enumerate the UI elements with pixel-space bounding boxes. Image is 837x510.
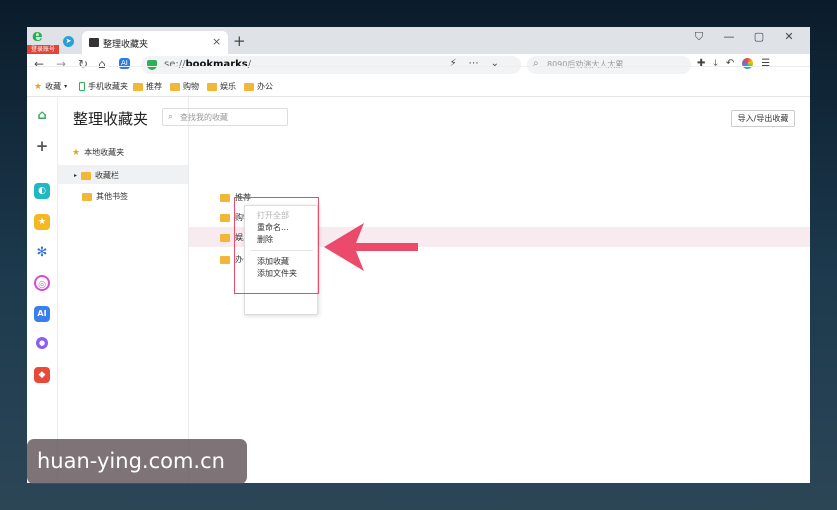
bookmarks-bar-item[interactable]: 办公 <box>244 81 273 92</box>
address-bar[interactable]: se://bookmarks/ ⚡⋯⌄ <box>141 56 521 74</box>
new-tab-button[interactable]: + <box>233 32 246 50</box>
tree-item-other-bookmarks[interactable]: 其他书签 <box>58 186 188 205</box>
folder-icon <box>220 255 230 264</box>
telegram-icon[interactable]: ➤ <box>63 36 74 47</box>
browser-logo-icon[interactable]: e <box>32 28 49 45</box>
icon-sidebar: ⌂ + ◐ ★ ✻ ◎ AI ● ◆ ‹› <box>27 97 58 483</box>
bookmark-tab-icon <box>89 38 99 47</box>
search-icon: ⌕ <box>168 112 174 122</box>
tree-root[interactable]: ★ 本地收藏夹 <box>72 147 124 158</box>
right-toolbar: ✚ ⤓ ↶ ☰ <box>697 58 770 69</box>
toolbar: ← → ↻ ⌂ AI se://bookmarks/ ⚡⋯⌄ ⌕ 8090后劝演… <box>27 54 810 76</box>
bookmark-search-input[interactable]: ⌕ 查找我的收藏 <box>162 108 288 126</box>
folder-icon <box>82 192 92 201</box>
folder-icon <box>220 213 230 222</box>
highlight-box <box>234 197 319 294</box>
download-icon[interactable]: ⤓ <box>713 58 717 69</box>
bot-icon[interactable]: ● <box>36 337 48 349</box>
folder-icon <box>170 82 180 91</box>
caret-right-icon: ▸ <box>74 172 78 179</box>
maximize-button[interactable]: ▢ <box>744 30 774 44</box>
bookmarks-bar-favorites[interactable]: ★ 收藏 ▾ <box>34 81 67 92</box>
game-icon[interactable]: ◆ <box>34 367 50 383</box>
folder-icon <box>207 82 217 91</box>
import-export-button[interactable]: 导入/导出收藏 <box>731 110 795 127</box>
star-icon: ★ <box>34 81 43 92</box>
tab-close-icon[interactable]: × <box>212 35 221 48</box>
search-box[interactable]: ⌕ 8090后劝演大人太累 <box>527 56 691 74</box>
folder-icon <box>244 82 254 91</box>
ai-assistant-icon[interactable]: ◐ <box>34 183 50 199</box>
back-button[interactable]: ← <box>34 57 44 71</box>
bookmarks-bar: ★ 收藏 ▾ 手机收藏夹 推荐 购物 娱乐 办公 <box>27 76 810 97</box>
folder-icon <box>220 233 230 242</box>
menu-icon[interactable]: ☰ <box>761 58 770 69</box>
search-placeholder: 8090后劝演大人太累 <box>547 60 624 69</box>
url-text[interactable]: se://bookmarks/ <box>164 59 251 70</box>
window-controls: ⛉ — ▢ ✕ <box>684 30 804 44</box>
more-icon: ⋯ <box>468 58 491 69</box>
bookmarks-bar-item[interactable]: 推荐 <box>133 81 162 92</box>
bookmarks-bar-mobile[interactable]: 手机收藏夹 <box>79 81 128 92</box>
ai-button[interactable]: AI <box>119 58 130 69</box>
chevron-down-icon: ⌄ <box>490 58 511 69</box>
watermark: huan-ying.com.cn <box>27 439 247 484</box>
browser-window: e 登录账号 ➤ 整理收藏夹 × + ⛉ — ▢ ✕ ← → ↻ ⌂ AI se… <box>27 27 810 483</box>
close-window-button[interactable]: ✕ <box>774 30 804 44</box>
phone-icon <box>79 82 85 91</box>
lightning-icon: ⚡ <box>449 58 469 69</box>
bookmarks-bar-item[interactable]: 购物 <box>170 81 199 92</box>
ai-chat-icon[interactable]: ◎ <box>34 275 50 291</box>
minimize-button[interactable]: — <box>714 30 744 44</box>
address-bar-actions[interactable]: ⚡⋯⌄ <box>450 58 511 69</box>
extensions-icon[interactable]: ✚ <box>697 58 705 69</box>
favorites-star-icon[interactable]: ★ <box>34 214 50 230</box>
forward-button[interactable]: → <box>56 57 66 71</box>
folder-tree-panel: 整理收藏夹 ★ 本地收藏夹 ▸ 收藏栏 其他书签 <box>58 97 189 483</box>
page-title: 整理收藏夹 <box>73 110 149 128</box>
home-button[interactable]: ⌂ <box>98 57 106 71</box>
security-shield-icon <box>147 60 157 70</box>
login-badge[interactable]: 登录账号 <box>27 45 59 54</box>
ai-badge-icon[interactable]: AI <box>34 306 50 322</box>
tab-bar: e 登录账号 ➤ 整理收藏夹 × + ⛉ — ▢ ✕ <box>27 27 810 54</box>
skin-icon[interactable]: ⛉ <box>684 30 714 44</box>
folder-icon <box>133 82 143 91</box>
folder-icon <box>81 171 92 180</box>
tab-title: 整理收藏夹 <box>103 40 149 50</box>
color-wheel-icon[interactable] <box>742 58 754 69</box>
undo-icon[interactable]: ↶ <box>726 58 734 69</box>
bookmarks-bar-item[interactable]: 娱乐 <box>207 81 236 92</box>
reload-button[interactable]: ↻ <box>78 57 88 71</box>
add-icon[interactable]: + <box>34 138 50 154</box>
arrow-left-icon <box>324 223 418 271</box>
home-icon[interactable]: ⌂ <box>34 108 50 124</box>
tab-bookmarks[interactable]: 整理收藏夹 × <box>82 31 228 54</box>
header-divider <box>27 66 810 67</box>
search-icon: ⌕ <box>533 58 539 69</box>
star-icon: ★ <box>72 147 81 158</box>
network-icon[interactable]: ✻ <box>34 245 50 261</box>
folder-icon <box>220 193 230 202</box>
tree-item-bookmarks-bar[interactable]: ▸ 收藏栏 <box>58 165 188 184</box>
